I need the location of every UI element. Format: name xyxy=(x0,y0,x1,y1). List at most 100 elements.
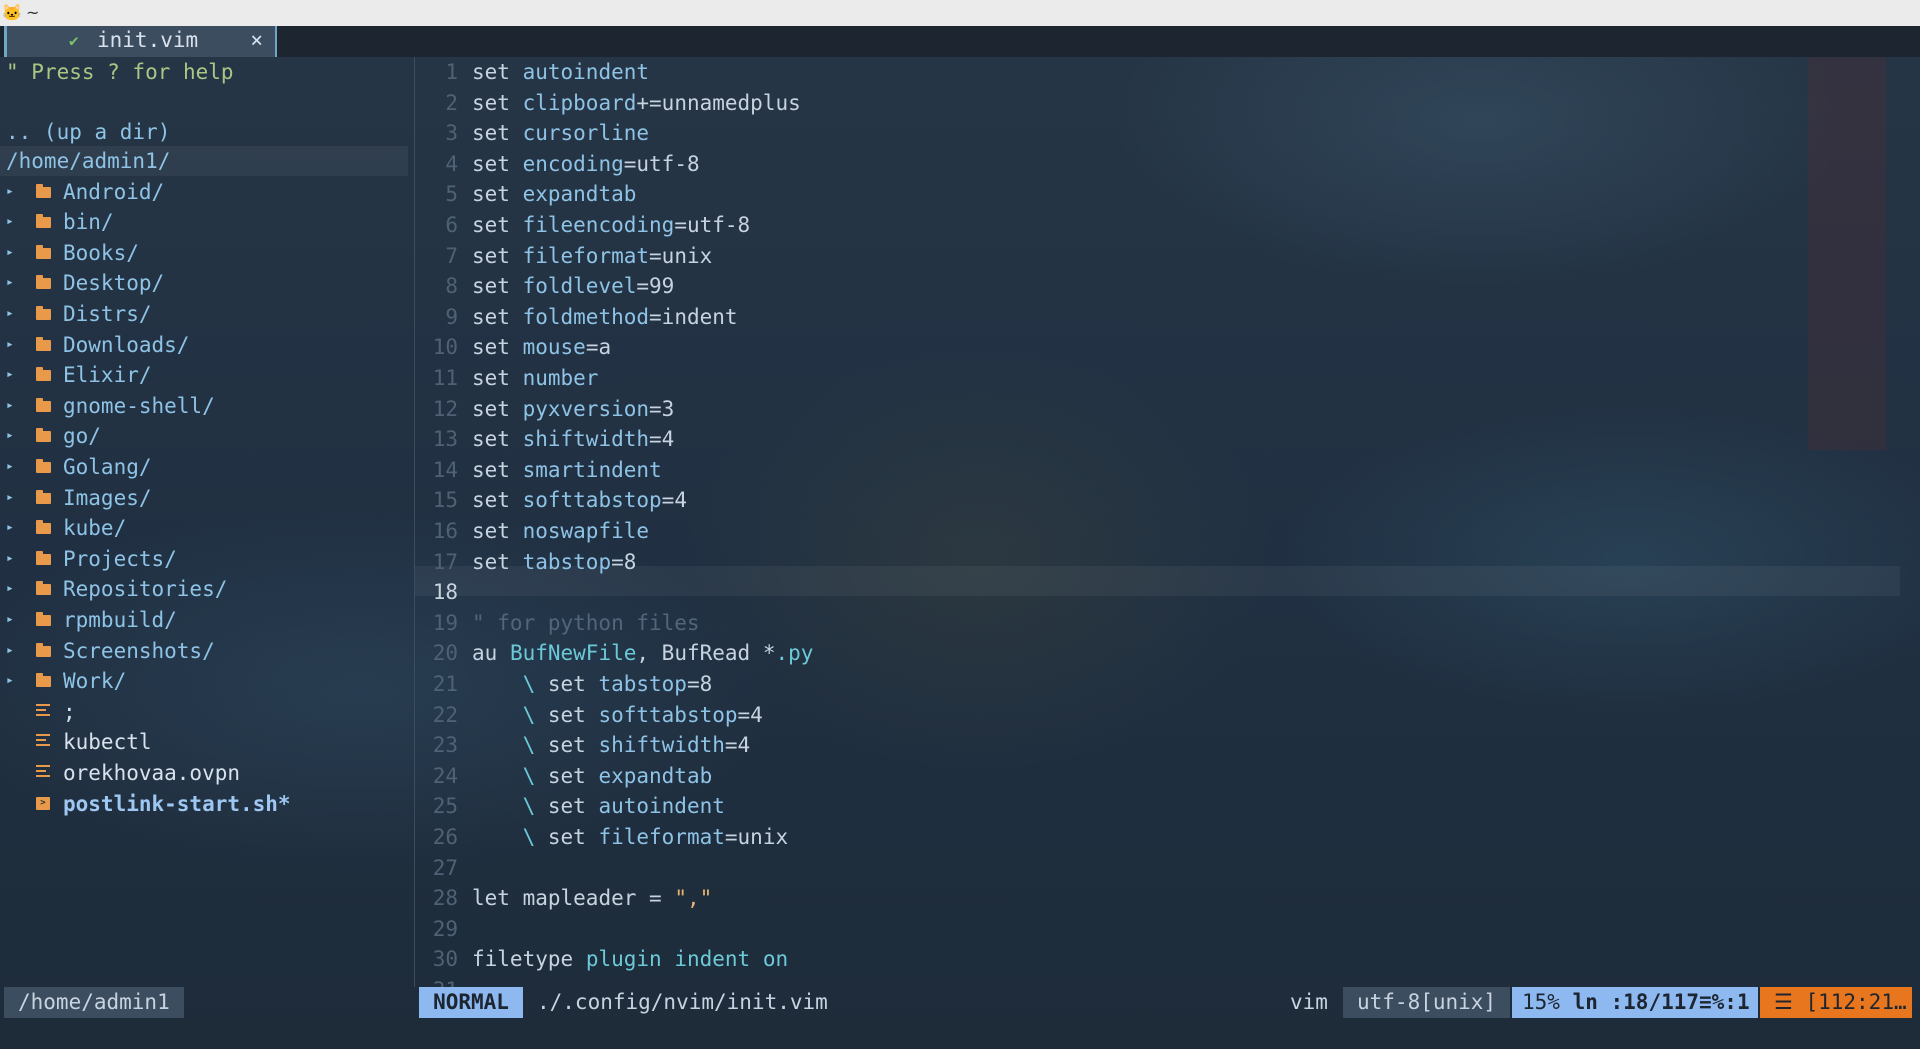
code-line[interactable]: 21 \ set tabstop=8 xyxy=(415,669,1900,699)
code-line[interactable]: 9 set foldmethod=indent xyxy=(415,302,1900,332)
expand-arrow-icon: ▸ xyxy=(6,245,14,260)
expand-arrow-icon: ▸ xyxy=(6,643,14,658)
tree-dir-item[interactable]: ▸ Repositories/ xyxy=(0,574,400,604)
folder-icon xyxy=(36,490,51,504)
tree-dir-item[interactable]: ▸ Distrs/ xyxy=(0,299,400,329)
tree-dir-item[interactable]: ▸ go/ xyxy=(0,421,400,451)
tree-root-path[interactable]: /home/admin1/ xyxy=(6,146,170,176)
code-text: set mouse=a xyxy=(472,335,612,359)
tree-dir-item[interactable]: ▸ Desktop/ xyxy=(0,268,400,298)
tree-file-item[interactable]: > postlink-start.sh* xyxy=(0,789,400,819)
code-line[interactable]: 29 xyxy=(415,914,1900,944)
file-name: kubectl xyxy=(63,730,152,754)
line-number: 20 xyxy=(432,641,458,665)
tree-file-item[interactable]: kubectl xyxy=(0,727,400,757)
tree-file-item[interactable]: orekhovaa.ovpn xyxy=(0,758,400,788)
code-line[interactable]: 11 set number xyxy=(415,363,1900,393)
tree-dir-item[interactable]: ▸ Projects/ xyxy=(0,544,400,574)
dir-name: Repositories/ xyxy=(63,577,228,601)
close-icon[interactable]: × xyxy=(250,28,263,52)
code-line[interactable]: 30 filetype plugin indent on xyxy=(415,944,1900,974)
code-line[interactable]: 18 xyxy=(415,577,1900,607)
code-line[interactable]: 4 set encoding=utf-8 xyxy=(415,149,1900,179)
command-line[interactable] xyxy=(0,1018,1920,1049)
code-text: \ set fileformat=unix xyxy=(472,825,789,849)
expand-arrow-icon: ▸ xyxy=(6,612,14,627)
code-line[interactable]: 13 set shiftwidth=4 xyxy=(415,424,1900,454)
tree-dir-item[interactable]: ▸ bin/ xyxy=(0,207,400,237)
line-number: 25 xyxy=(432,794,458,818)
code-line[interactable]: 6 set fileencoding=utf-8 xyxy=(415,210,1900,240)
code-line[interactable]: 19 " for python files xyxy=(415,608,1900,638)
tab-init-vim[interactable]: ✔ init.vim × xyxy=(4,26,277,57)
line-number: 11 xyxy=(432,366,458,390)
code-line[interactable]: 14 set smartindent xyxy=(415,455,1900,485)
dir-name: bin/ xyxy=(63,210,114,234)
code-line[interactable]: 22 \ set softtabstop=4 xyxy=(415,700,1900,730)
file-icon xyxy=(36,704,50,719)
code-text: \ set tabstop=8 xyxy=(472,672,713,696)
line-number: 7 xyxy=(445,244,458,268)
file-name: ; xyxy=(63,700,76,724)
expand-arrow-icon: ▸ xyxy=(6,428,14,443)
tree-up-dir[interactable]: .. (up a dir) xyxy=(6,117,170,147)
code-line[interactable]: 2 set clipboard+=unnamedplus xyxy=(415,88,1900,118)
line-number: 28 xyxy=(432,886,458,910)
tabline: ✔ init.vim × xyxy=(0,26,1920,57)
mode-indicator: NORMAL xyxy=(419,987,523,1018)
code-line[interactable]: 8 set foldlevel=99 xyxy=(415,271,1900,301)
tree-dir-item[interactable]: ▸ Android/ xyxy=(0,177,400,207)
line-number: 9 xyxy=(445,305,458,329)
tree-dir-item[interactable]: ▸ Elixir/ xyxy=(0,360,400,390)
code-line[interactable]: 27 xyxy=(415,853,1900,883)
tree-dir-item[interactable]: ▸ kube/ xyxy=(0,513,400,543)
line-number: 18 xyxy=(432,580,458,604)
code-line[interactable]: 17 set tabstop=8 xyxy=(415,547,1900,577)
line-number: 2 xyxy=(445,91,458,115)
code-text: set cursorline xyxy=(472,121,650,145)
code-line[interactable]: 1 set autoindent xyxy=(415,57,1900,87)
folder-icon xyxy=(36,551,51,565)
folder-icon xyxy=(36,306,51,320)
code-text: \ set softtabstop=4 xyxy=(472,703,763,727)
code-text: " for python files xyxy=(472,611,700,635)
tree-status-path: /home/admin1 xyxy=(4,987,184,1018)
tree-dir-item[interactable]: ▸ rpmbuild/ xyxy=(0,605,400,635)
code-line[interactable]: 26 \ set fileformat=unix xyxy=(415,822,1900,852)
line-number: 13 xyxy=(432,427,458,451)
code-text: set fileformat=unix xyxy=(472,244,713,268)
line-number: 26 xyxy=(432,825,458,849)
folder-icon xyxy=(36,337,51,351)
code-line[interactable]: 15 set softtabstop=4 xyxy=(415,485,1900,515)
code-text: set noswapfile xyxy=(472,519,650,543)
code-line[interactable]: 16 set noswapfile xyxy=(415,516,1900,546)
tree-dir-item[interactable]: ▸ Images/ xyxy=(0,483,400,513)
code-line[interactable]: 10 set mouse=a xyxy=(415,332,1900,362)
code-line[interactable]: 20 au BufNewFile, BufRead *.py xyxy=(415,638,1900,668)
code-text: set smartindent xyxy=(472,458,662,482)
editor-buffer[interactable]: 1 set autoindent 2 set clipboard+=unnamedpl… xyxy=(415,57,1920,1002)
tree-dir-item[interactable]: ▸ Screenshots/ xyxy=(0,636,400,666)
code-text: set shiftwidth=4 xyxy=(472,427,675,451)
tab-label: init.vim xyxy=(97,28,199,52)
code-line[interactable]: 25 \ set autoindent xyxy=(415,791,1900,821)
code-line[interactable]: 7 set fileformat=unix xyxy=(415,241,1900,271)
tree-dir-item[interactable]: ▸ Books/ xyxy=(0,238,400,268)
folder-icon xyxy=(36,643,51,657)
tree-dir-item[interactable]: ▸ Work/ xyxy=(0,666,400,696)
code-line[interactable]: 12 set pyxversion=3 xyxy=(415,394,1900,424)
tree-dir-item[interactable]: ▸ gnome-shell/ xyxy=(0,391,400,421)
dir-name: Golang/ xyxy=(63,455,152,479)
code-line[interactable]: 5 set expandtab xyxy=(415,179,1900,209)
tree-dir-item[interactable]: ▸ Downloads/ xyxy=(0,330,400,360)
code-line[interactable]: 28 let mapleader = "," xyxy=(415,883,1900,913)
tree-file-item[interactable]: ; xyxy=(0,697,400,727)
code-line[interactable]: 23 \ set shiftwidth=4 xyxy=(415,730,1900,760)
line-number: 23 xyxy=(432,733,458,757)
folder-icon xyxy=(36,428,51,442)
file-icon xyxy=(36,765,50,780)
code-text: set autoindent xyxy=(472,60,650,84)
tree-dir-item[interactable]: ▸ Golang/ xyxy=(0,452,400,482)
code-line[interactable]: 24 \ set expandtab xyxy=(415,761,1900,791)
code-line[interactable]: 3 set cursorline xyxy=(415,118,1900,148)
